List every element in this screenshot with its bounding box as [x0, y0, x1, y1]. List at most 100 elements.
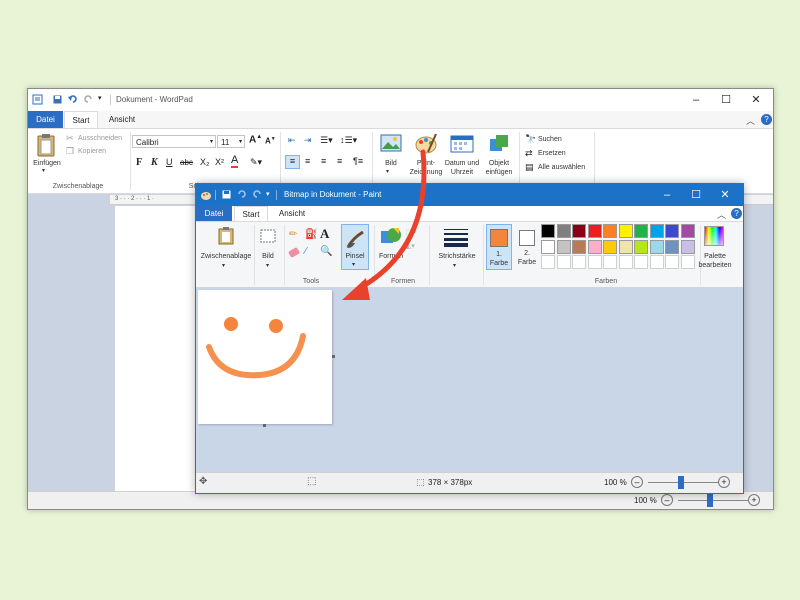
- redo-icon[interactable]: [83, 94, 93, 104]
- clipboard-dropdown-icon[interactable]: ▾: [222, 262, 225, 271]
- decrease-indent-icon[interactable]: ⇤: [288, 135, 296, 146]
- palette-color-swatch[interactable]: [634, 239, 648, 254]
- qat-dropdown-icon[interactable]: ▾: [98, 94, 102, 102]
- paste-dropdown-icon[interactable]: ▾: [42, 167, 45, 176]
- close-button[interactable]: ✕: [741, 89, 771, 111]
- wordpad-page[interactable]: [115, 206, 200, 491]
- align-left-button[interactable]: ≡: [285, 155, 300, 169]
- palette-color-swatch[interactable]: [587, 239, 602, 254]
- custom-color-slot[interactable]: [634, 255, 648, 269]
- palette-color-swatch[interactable]: [665, 239, 679, 254]
- maximize-button[interactable]: ☐: [681, 184, 711, 206]
- resize-handle[interactable]: [332, 355, 335, 358]
- palette-color-swatch[interactable]: [680, 224, 695, 238]
- tab-datei[interactable]: Datei: [196, 206, 232, 221]
- font-name-select[interactable]: Calibri ▾: [132, 135, 216, 148]
- minimize-button[interactable]: –: [681, 89, 711, 111]
- color-picker-icon[interactable]: ⁄: [305, 246, 307, 257]
- custom-color-slot[interactable]: [665, 255, 679, 269]
- custom-color-slot[interactable]: [572, 255, 586, 269]
- help-icon[interactable]: ?: [731, 208, 742, 219]
- palette-color-swatch[interactable]: [603, 224, 617, 238]
- undo-icon[interactable]: [68, 94, 78, 104]
- tab-datei[interactable]: Datei: [28, 111, 63, 128]
- subscript-button[interactable]: X₂: [200, 157, 210, 167]
- datetime-icon[interactable]: [450, 133, 474, 153]
- zoom-out-button[interactable]: –: [631, 476, 643, 488]
- zoom-in-button[interactable]: +: [718, 476, 730, 488]
- font-size-select[interactable]: 11 ▾: [217, 135, 245, 148]
- italic-button[interactable]: K: [151, 157, 158, 168]
- stroke-size-icon[interactable]: [443, 227, 469, 247]
- highlight-button[interactable]: ✎▾: [250, 157, 262, 168]
- replace-label[interactable]: Ersetzen: [538, 149, 566, 158]
- cut-icon[interactable]: ✂: [66, 133, 74, 144]
- tab-ansicht[interactable]: Ansicht: [102, 111, 142, 128]
- insert-object-icon[interactable]: [488, 133, 510, 153]
- paste-icon[interactable]: [218, 227, 234, 245]
- custom-color-slot[interactable]: [649, 255, 664, 269]
- zoom-out-button[interactable]: –: [661, 494, 673, 506]
- palette-color-swatch[interactable]: [572, 224, 586, 238]
- palette-color-swatch[interactable]: [587, 224, 602, 238]
- custom-color-slot[interactable]: [541, 255, 555, 269]
- bold-button[interactable]: F: [136, 157, 142, 168]
- text-tool-icon[interactable]: A: [320, 226, 329, 242]
- palette-color-swatch[interactable]: [649, 239, 664, 254]
- align-right-button[interactable]: ≡: [321, 156, 326, 166]
- palette-color-swatch[interactable]: [649, 224, 664, 238]
- paste-label[interactable]: Einfügen: [30, 159, 64, 168]
- pencil-icon[interactable]: ✏: [289, 229, 297, 240]
- shrink-font-icon[interactable]: A▼: [265, 136, 276, 146]
- strikethrough-button[interactable]: abc: [180, 158, 193, 167]
- grow-font-icon[interactable]: A▲: [249, 134, 262, 145]
- palette-color-swatch[interactable]: [618, 224, 633, 238]
- superscript-button[interactable]: X²: [215, 157, 224, 167]
- eraser-icon[interactable]: [287, 246, 301, 259]
- zoom-slider-track[interactable]: [678, 500, 748, 501]
- custom-color-slot[interactable]: [603, 255, 617, 269]
- zoom-in-button[interactable]: +: [748, 494, 760, 506]
- redo-icon[interactable]: [252, 189, 262, 199]
- fill-icon[interactable]: ⛽: [305, 229, 317, 240]
- resize-handle[interactable]: [263, 424, 266, 427]
- find-icon[interactable]: 🔭: [525, 134, 536, 145]
- edit-palette-icon[interactable]: [704, 226, 724, 246]
- custom-color-slot[interactable]: [587, 255, 602, 269]
- palette-color-swatch[interactable]: [618, 239, 633, 254]
- palette-color-swatch[interactable]: [556, 224, 571, 238]
- tab-start[interactable]: Start: [234, 206, 268, 221]
- undo-icon[interactable]: [237, 189, 247, 199]
- insert-object-label[interactable]: Objekt einfügen: [480, 159, 518, 177]
- palette-color-swatch[interactable]: [572, 239, 586, 254]
- increase-indent-icon[interactable]: ⇥: [304, 135, 312, 146]
- edit-palette-label[interactable]: Palette bearbeiten: [692, 252, 738, 270]
- paste-icon[interactable]: [36, 133, 56, 157]
- zoom-slider-thumb[interactable]: [707, 494, 713, 507]
- cut-label[interactable]: Ausschneiden: [78, 134, 122, 143]
- tab-ansicht[interactable]: Ansicht: [272, 206, 312, 221]
- ribbon-collapse-icon[interactable]: ︿: [717, 208, 726, 221]
- font-color-button[interactable]: A: [231, 155, 239, 168]
- underline-button[interactable]: U: [166, 157, 173, 167]
- custom-color-slot[interactable]: [618, 255, 633, 269]
- align-center-button[interactable]: ≡: [305, 156, 310, 166]
- replace-icon[interactable]: ⇄: [525, 148, 533, 159]
- help-icon[interactable]: ?: [761, 114, 772, 125]
- find-label[interactable]: Suchen: [538, 135, 562, 144]
- line-spacing-icon[interactable]: ↕☰▾: [340, 135, 357, 146]
- image-dropdown-icon[interactable]: ▾: [266, 262, 269, 271]
- stroke-size-label[interactable]: Strichstärke: [434, 252, 480, 261]
- ribbon-collapse-icon[interactable]: ︿: [746, 114, 755, 127]
- select-all-label[interactable]: Alle auswählen: [538, 163, 585, 172]
- palette-color-swatch[interactable]: [634, 224, 648, 238]
- qat-dropdown-icon[interactable]: ▾: [266, 190, 270, 198]
- stroke-dropdown-icon[interactable]: ▾: [453, 262, 456, 271]
- close-button[interactable]: ✕: [710, 184, 740, 206]
- palette-color-swatch[interactable]: [556, 239, 571, 254]
- palette-color-swatch[interactable]: [603, 239, 617, 254]
- clipboard-label[interactable]: Zwischenablage: [198, 252, 254, 261]
- minimize-button[interactable]: –: [652, 184, 682, 206]
- palette-color-swatch[interactable]: [541, 224, 555, 238]
- custom-color-slot[interactable]: [556, 255, 571, 269]
